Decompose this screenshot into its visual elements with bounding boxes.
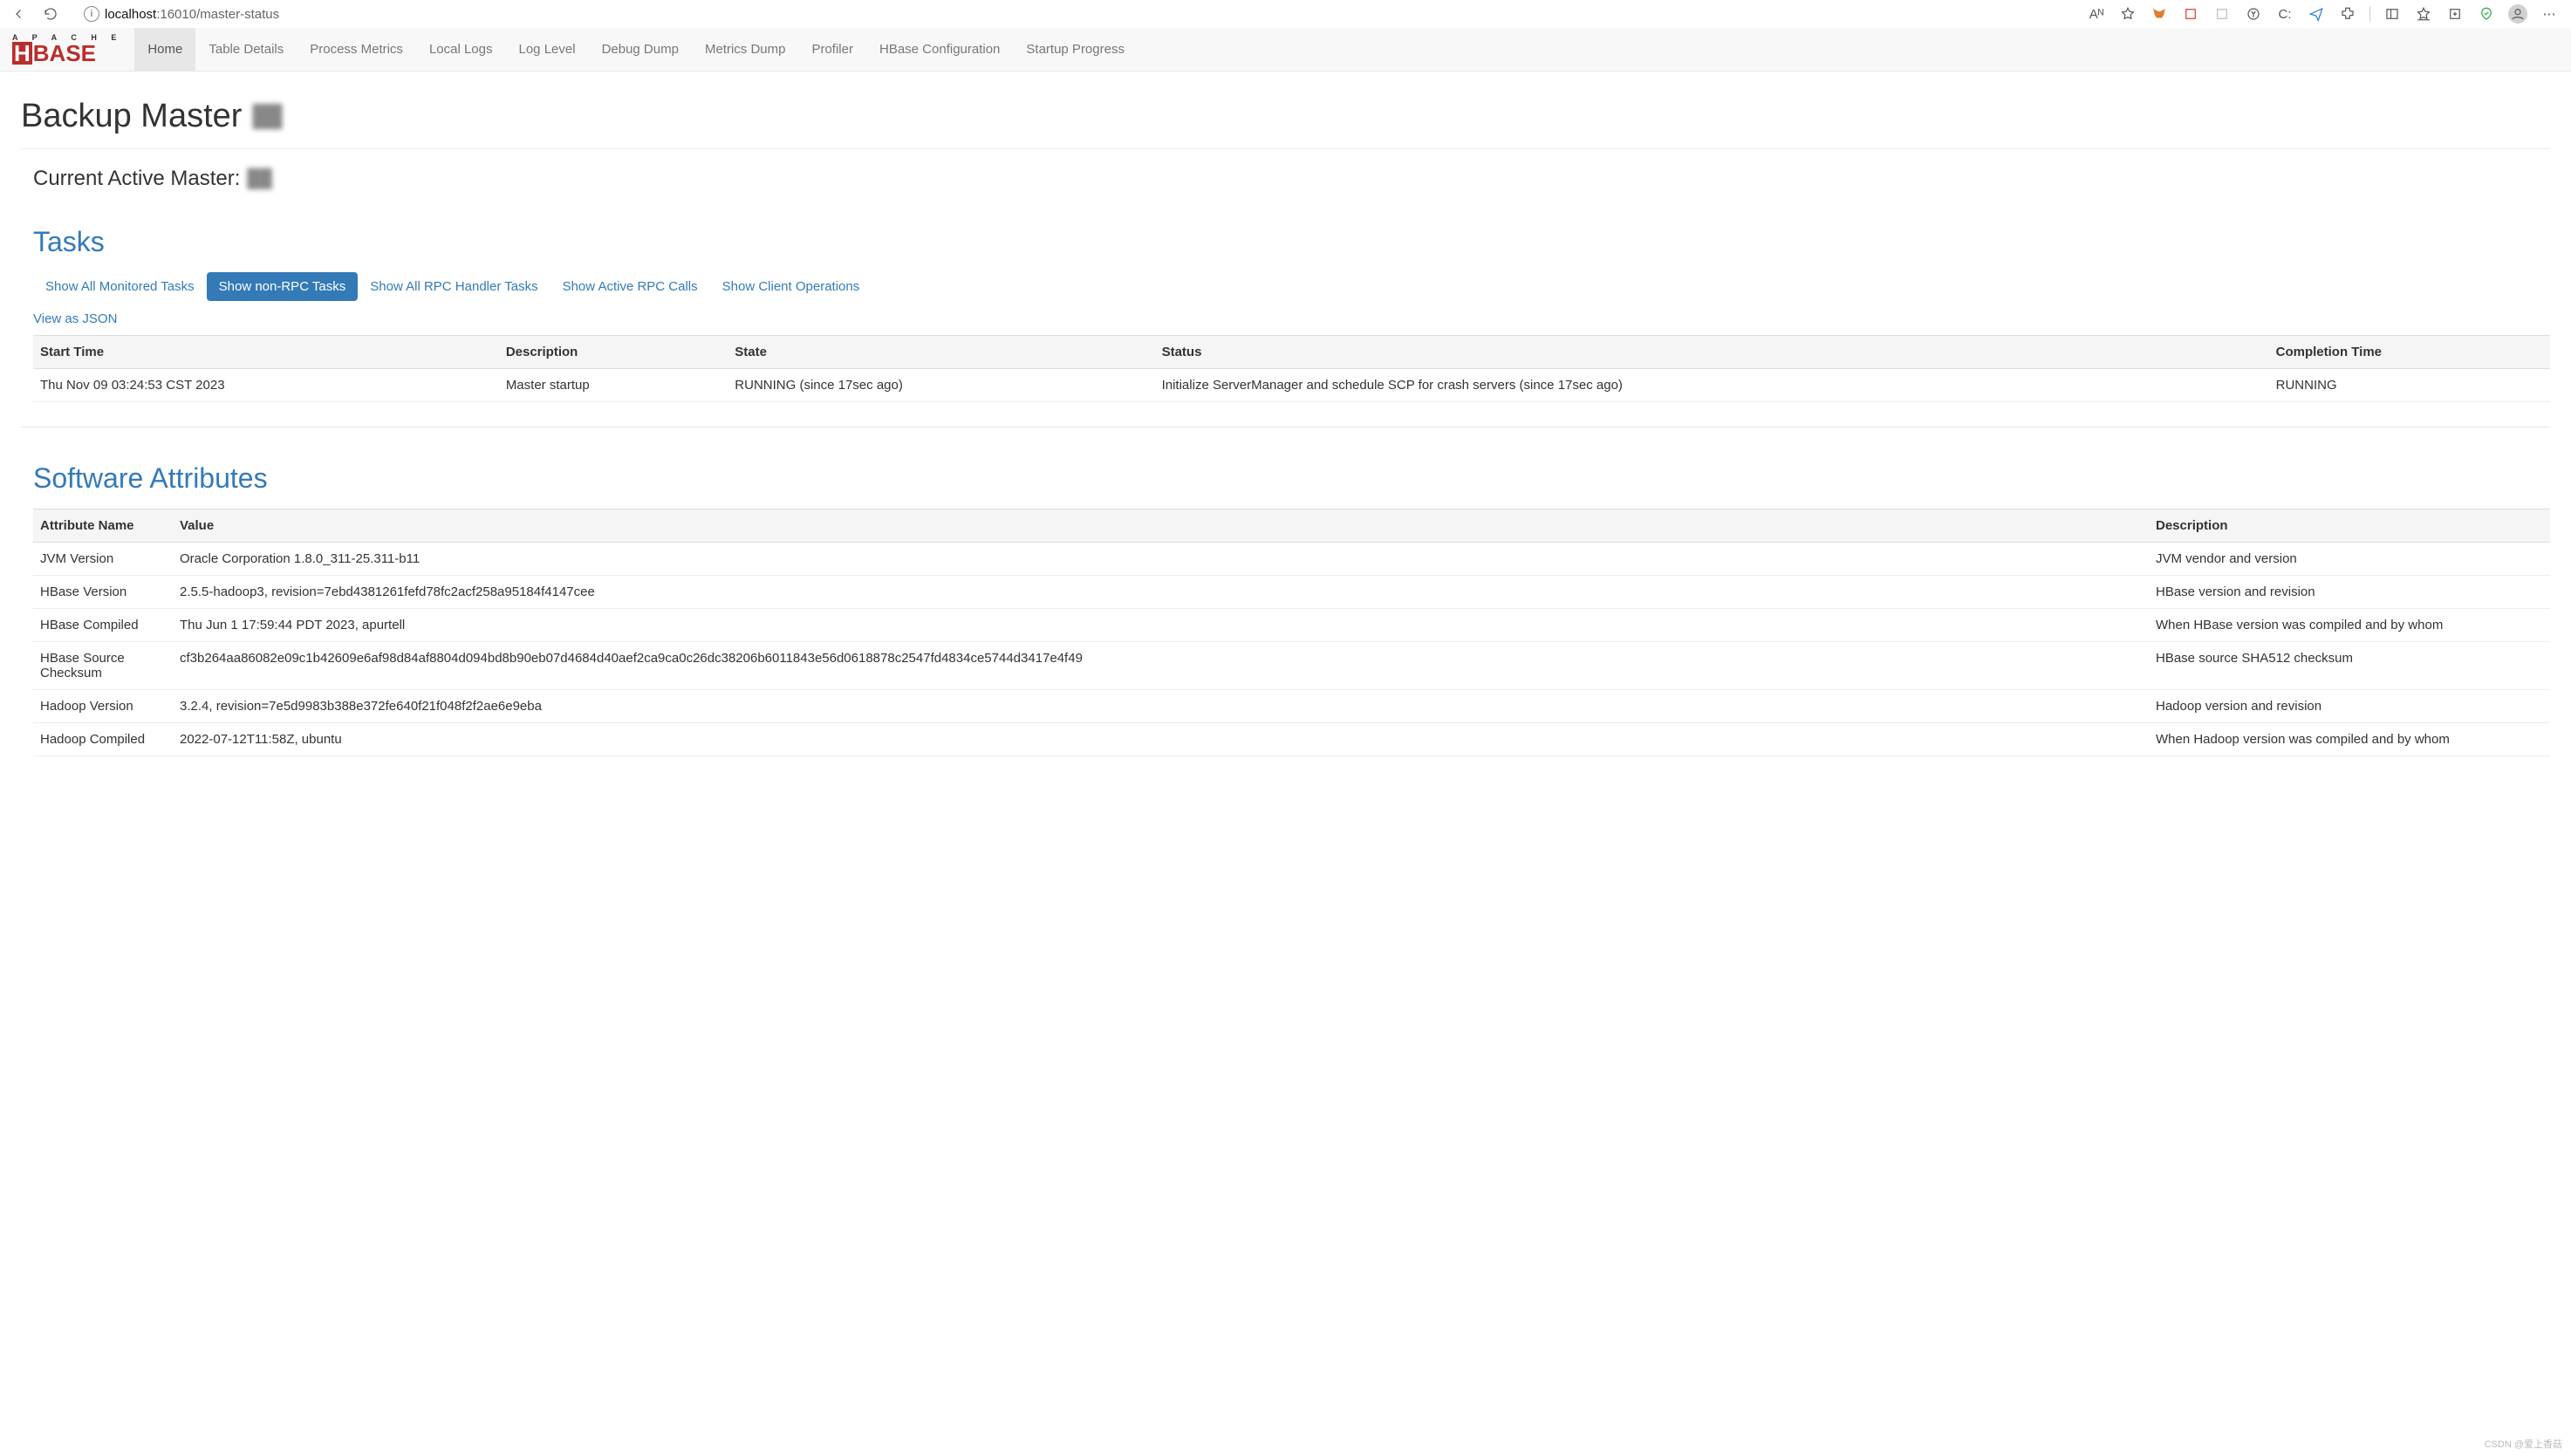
table-cell: HBase source SHA512 checksum	[2149, 642, 2550, 690]
extension-c-icon[interactable]: C:	[2275, 4, 2294, 24]
watermark: CSDN @爱上香菇	[2485, 1437, 2562, 1451]
software-attributes-heading: Software Attributes	[33, 462, 2550, 495]
table-cell: Hadoop version and revision	[2149, 690, 2550, 723]
table-row: Hadoop Version3.2.4, revision=7e5d9983b3…	[33, 690, 2550, 723]
tasks-table: Start TimeDescriptionStateStatusCompleti…	[33, 335, 2550, 402]
table-header-cell: Attribute Name	[33, 509, 173, 543]
task-tab-all-rpc-handler[interactable]: Show All RPC Handler Tasks	[358, 272, 550, 301]
table-header-cell: Description	[499, 336, 728, 369]
table-cell: JVM vendor and version	[2149, 543, 2550, 576]
url-text: localhost:16010/master-status	[105, 7, 279, 22]
task-tab-active-rpc[interactable]: Show Active RPC Calls	[550, 272, 710, 301]
table-cell: When Hadoop version was compiled and by …	[2149, 723, 2550, 756]
table-cell: HBase Source Checksum	[33, 642, 173, 690]
table-cell: 2022-07-12T11:58Z, ubuntu	[173, 723, 2149, 756]
nav-item-debug-dump[interactable]: Debug Dump	[589, 28, 692, 71]
navbar: A P A C H E HBASE HomeTable DetailsProce…	[0, 28, 2571, 72]
table-cell: HBase Version	[33, 576, 173, 609]
table-header-cell: State	[728, 336, 1154, 369]
more-menu-icon[interactable]: ⋯	[2540, 4, 2559, 24]
table-header-cell: Status	[1155, 336, 2269, 369]
nav-item-table-details[interactable]: Table Details	[195, 28, 297, 71]
table-cell: Initialize ServerManager and schedule SC…	[1155, 369, 2269, 402]
table-cell: Master startup	[499, 369, 728, 402]
collections-icon[interactable]	[2445, 4, 2465, 24]
table-cell: RUNNING (since 17sec ago)	[728, 369, 1154, 402]
favorite-icon[interactable]	[2118, 4, 2137, 24]
reload-button[interactable]	[38, 2, 63, 26]
address-bar[interactable]: i localhost:16010/master-status	[73, 2, 290, 26]
extension-red-icon[interactable]	[2181, 4, 2200, 24]
table-cell: Oracle Corporation 1.8.0_311-25.311-b11	[173, 543, 2149, 576]
table-row: HBase CompiledThu Jun 1 17:59:44 PDT 202…	[33, 609, 2550, 642]
brand-main-text: HBASE	[12, 42, 122, 65]
table-header-cell: Value	[173, 509, 2149, 543]
extension-y-icon[interactable]	[2244, 4, 2263, 24]
table-cell: RUNNING	[2269, 369, 2550, 402]
table-header-cell: Start Time	[33, 336, 499, 369]
table-cell: HBase version and revision	[2149, 576, 2550, 609]
browser-chrome: i localhost:16010/master-status Aᴺ C:	[0, 0, 2571, 28]
nav-item-local-logs[interactable]: Local Logs	[416, 28, 506, 71]
read-aloud-icon[interactable]: Aᴺ	[2087, 4, 2106, 24]
arrow-left-icon	[11, 6, 27, 22]
table-row: HBase Source Checksumcf3b264aa86082e09c1…	[33, 642, 2550, 690]
back-button[interactable]	[7, 2, 31, 26]
page-title: Backup Master ██	[21, 98, 2550, 135]
nav-item-profiler[interactable]: Profiler	[798, 28, 866, 71]
nav-item-home[interactable]: Home	[134, 28, 195, 71]
task-tab-non-rpc[interactable]: Show non-RPC Tasks	[207, 272, 359, 301]
separator	[2369, 6, 2370, 22]
table-cell: JVM Version	[33, 543, 173, 576]
table-header-cell: Completion Time	[2269, 336, 2550, 369]
page-title-host: ██	[252, 105, 282, 129]
nav-items: HomeTable DetailsProcess MetricsLocal Lo…	[134, 28, 1138, 71]
extension-metamask-icon[interactable]	[2150, 4, 2169, 24]
table-row: Hadoop Compiled2022-07-12T11:58Z, ubuntu…	[33, 723, 2550, 756]
current-active-master-value: ██	[247, 169, 271, 189]
table-row: JVM VersionOracle Corporation 1.8.0_311-…	[33, 543, 2550, 576]
table-cell: HBase Compiled	[33, 609, 173, 642]
tasks-heading: Tasks	[33, 226, 2550, 258]
nav-item-log-level[interactable]: Log Level	[506, 28, 589, 71]
brand-logo[interactable]: A P A C H E HBASE	[0, 28, 134, 71]
table-header-cell: Description	[2149, 509, 2550, 543]
page-header: Backup Master ██	[21, 72, 2550, 149]
nav-item-metrics-dump[interactable]: Metrics Dump	[692, 28, 799, 71]
favorites-bar-icon[interactable]	[2414, 4, 2433, 24]
table-row: Thu Nov 09 03:24:53 CST 2023Master start…	[33, 369, 2550, 402]
table-row: HBase Version2.5.5-hadoop3, revision=7eb…	[33, 576, 2550, 609]
extension-gray-icon[interactable]	[2212, 4, 2232, 24]
table-cell: 3.2.4, revision=7e5d9983b388e372fe640f21…	[173, 690, 2149, 723]
browser-toolbar-right: Aᴺ C:	[2087, 4, 2564, 24]
task-tab-all-monitored[interactable]: Show All Monitored Tasks	[33, 272, 207, 301]
performance-icon[interactable]	[2477, 4, 2496, 24]
nav-item-hbase-configuration[interactable]: HBase Configuration	[866, 28, 1013, 71]
table-header-row: Attribute NameValueDescription	[33, 509, 2550, 543]
task-tab-client-ops[interactable]: Show Client Operations	[710, 272, 872, 301]
extension-plane-icon[interactable]	[2307, 4, 2326, 24]
table-cell: Thu Nov 09 03:24:53 CST 2023	[33, 369, 499, 402]
table-cell: When HBase version was compiled and by w…	[2149, 609, 2550, 642]
extensions-icon[interactable]	[2338, 4, 2357, 24]
nav-item-process-metrics[interactable]: Process Metrics	[297, 28, 416, 71]
profile-avatar[interactable]	[2508, 4, 2527, 24]
reload-icon	[43, 6, 58, 22]
current-active-master: Current Active Master: ██	[33, 167, 2550, 191]
table-header-row: Start TimeDescriptionStateStatusCompleti…	[33, 336, 2550, 369]
software-attributes-table: Attribute NameValueDescription JVM Versi…	[33, 509, 2550, 756]
sidebar-toggle-icon[interactable]	[2383, 4, 2402, 24]
nav-item-startup-progress[interactable]: Startup Progress	[1013, 28, 1138, 71]
table-cell: Hadoop Version	[33, 690, 173, 723]
site-info-icon[interactable]: i	[84, 6, 99, 22]
table-cell: 2.5.5-hadoop3, revision=7ebd4381261fefd7…	[173, 576, 2149, 609]
table-cell: Hadoop Compiled	[33, 723, 173, 756]
view-as-json-link[interactable]: View as JSON	[33, 311, 117, 326]
task-tabs: Show All Monitored TasksShow non-RPC Tas…	[33, 272, 2550, 301]
table-cell: cf3b264aa86082e09c1b42609e6af98d84af8804…	[173, 642, 2149, 690]
table-cell: Thu Jun 1 17:59:44 PDT 2023, apurtell	[173, 609, 2149, 642]
page-container: Backup Master ██ Current Active Master: …	[0, 72, 2571, 791]
